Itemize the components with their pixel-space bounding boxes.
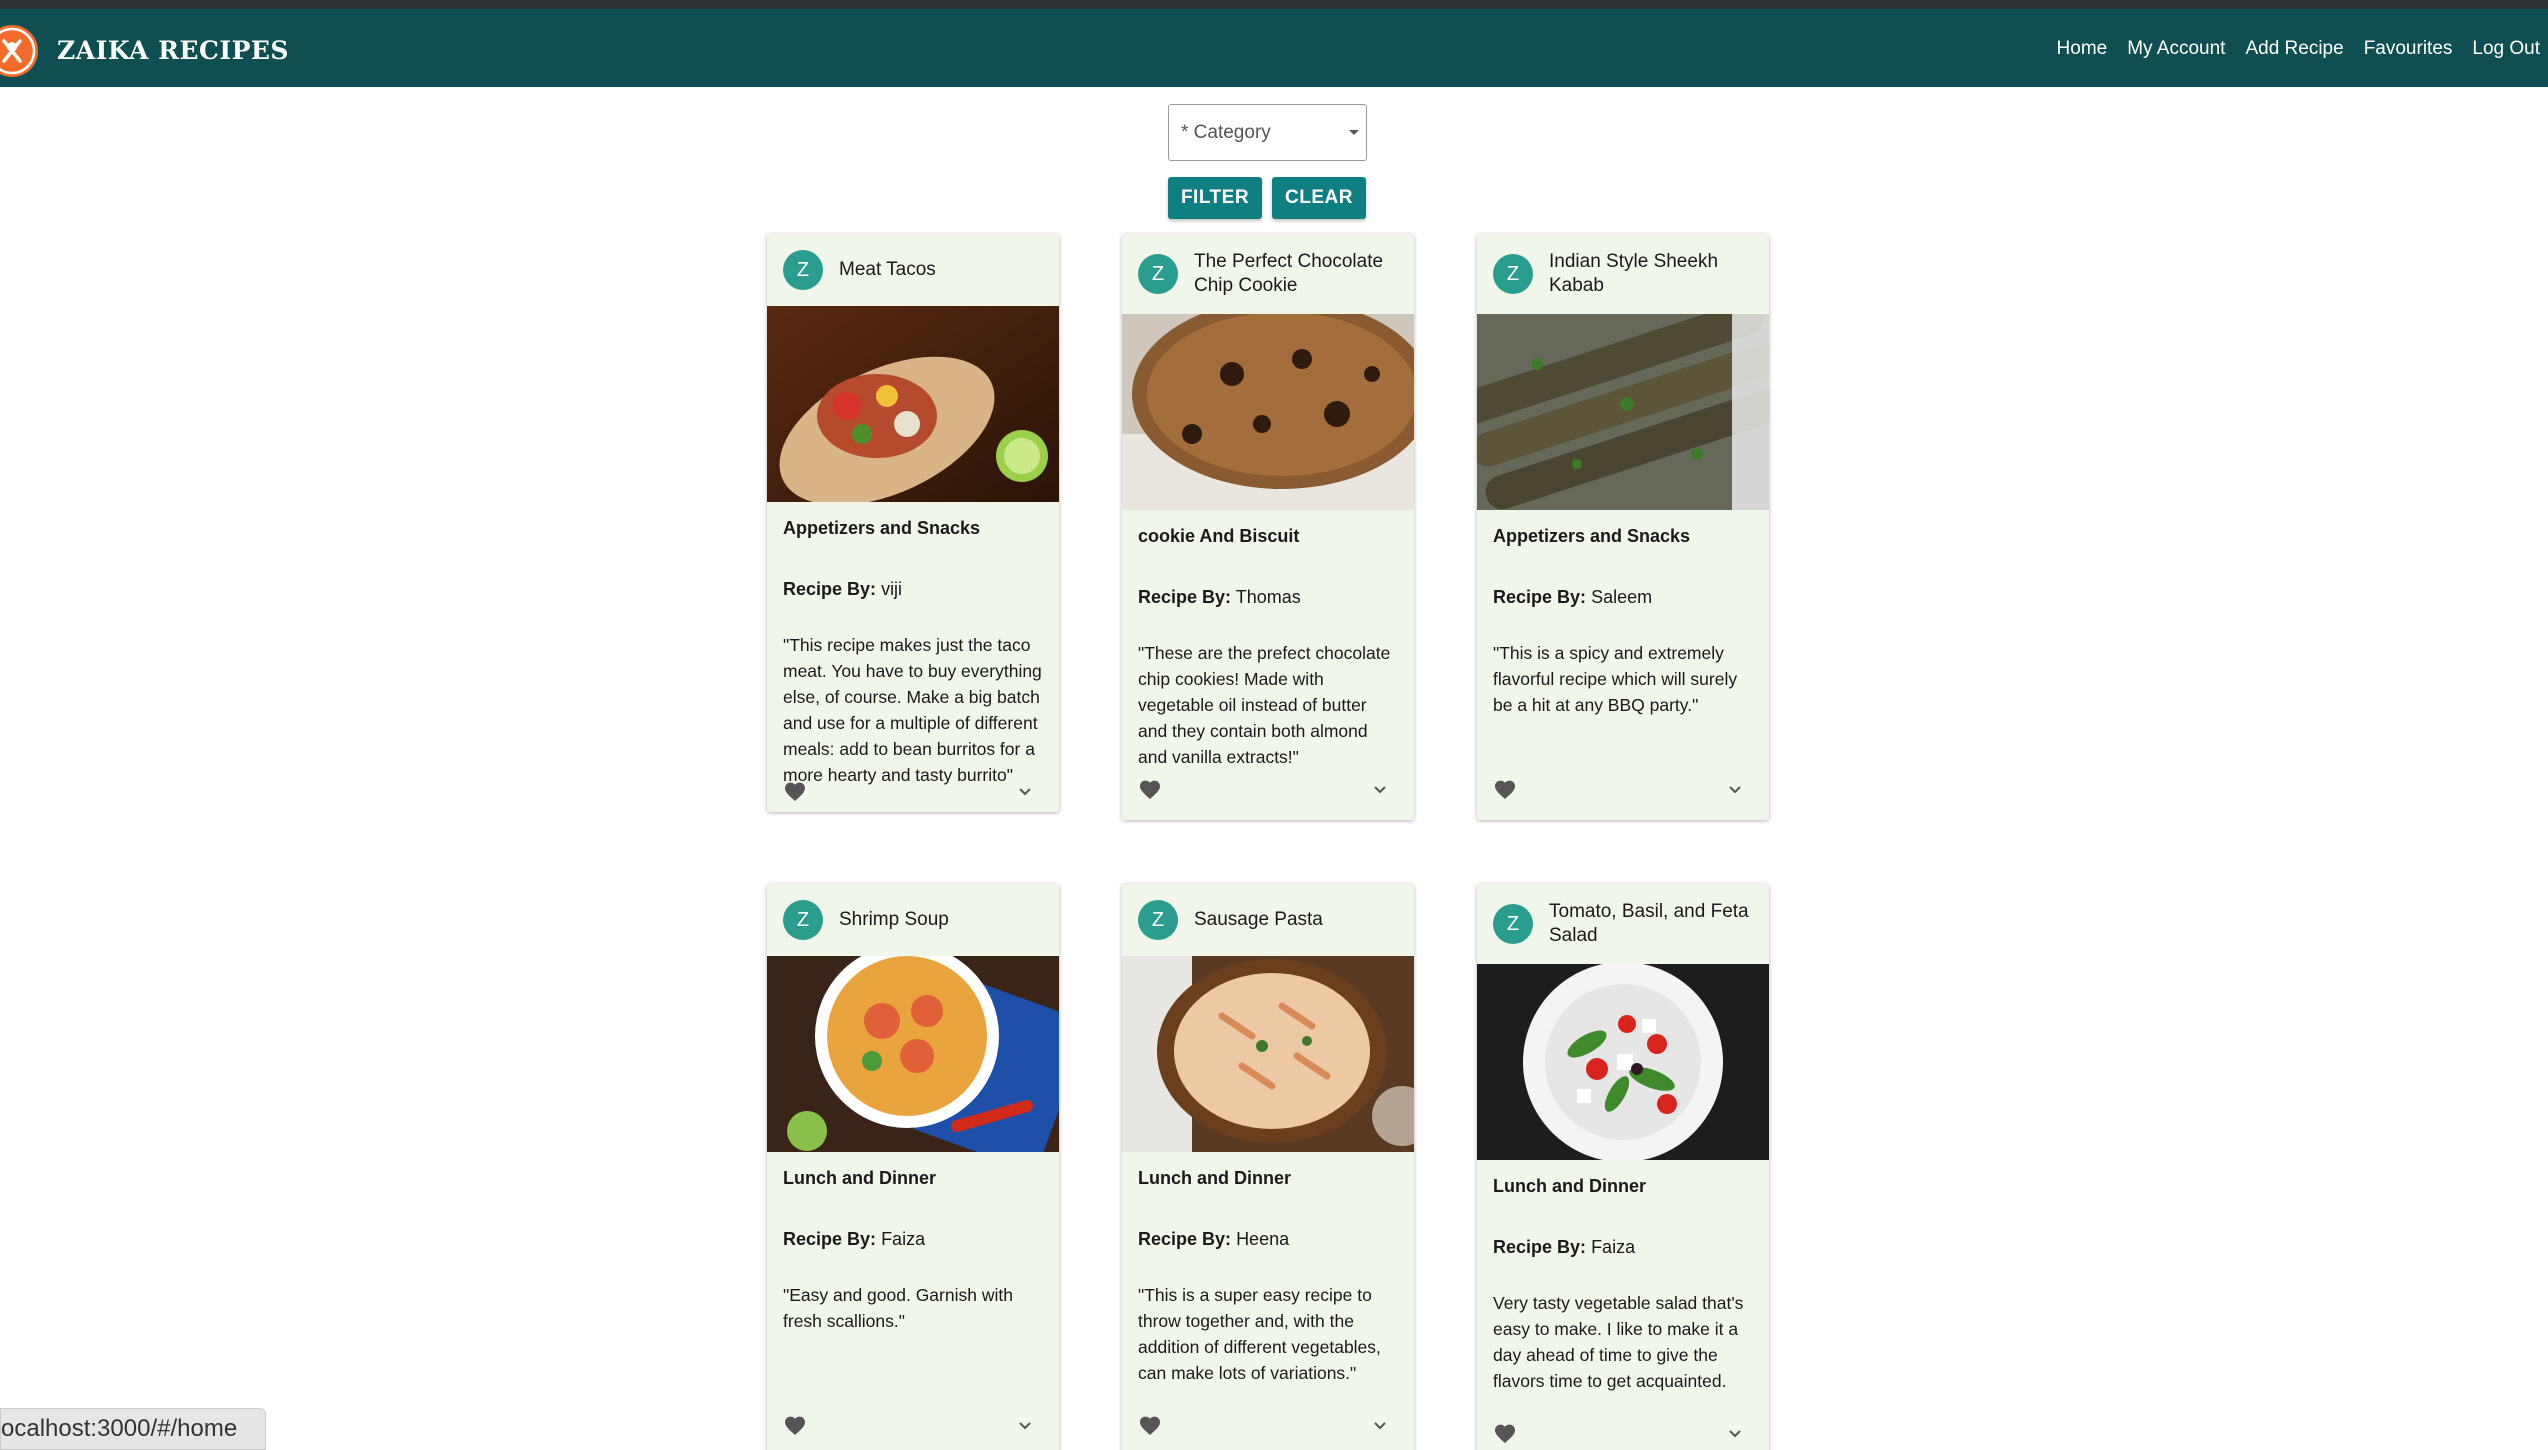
card-author: Thomas: [1235, 587, 1301, 607]
recipe-image-sausage-pasta: [1122, 956, 1414, 1152]
chevron-down-icon[interactable]: [1015, 1416, 1035, 1436]
card-header: Z Indian Style Sheekh Kabab: [1477, 234, 1769, 314]
card-category: cookie And Biscuit: [1138, 526, 1300, 546]
card-description: Very tasty vegetable salad that's easy t…: [1493, 1293, 1744, 1391]
nav-links: Home My Account Add Recipe Favourites Lo…: [2057, 34, 2540, 64]
nav-home[interactable]: Home: [2057, 34, 2108, 64]
card-title: Shrimp Soup: [839, 909, 949, 930]
card-title: Sausage Pasta: [1194, 909, 1323, 930]
card-description: "This is a super easy recipe to throw to…: [1138, 1285, 1381, 1383]
card-title: Indian Style Sheekh Kabab: [1549, 251, 1719, 296]
recipe-card[interactable]: Z Meat Tacos Appetizers and Snacks Recip…: [767, 234, 1059, 812]
card-author: Heena: [1236, 1229, 1290, 1249]
card-actions: [1122, 1406, 1414, 1446]
card-actions: [1477, 770, 1769, 810]
nav-favourites[interactable]: Favourites: [2364, 34, 2453, 64]
heart-icon[interactable]: [783, 780, 807, 804]
category-select-placeholder: * Category: [1181, 122, 1271, 143]
chevron-down-icon[interactable]: [1725, 1424, 1745, 1444]
brand-title[interactable]: ZAIKA RECIPES: [57, 36, 289, 65]
card-description: "Easy and good. Garnish with fresh scall…: [783, 1285, 1013, 1331]
card-actions: [1477, 1414, 1769, 1450]
card-header: Z Shrimp Soup: [767, 884, 1059, 956]
avatar: Z: [783, 250, 823, 290]
card-category: Appetizers and Snacks: [1493, 526, 1691, 546]
card-title: Meat Tacos: [839, 259, 936, 280]
card-header: Z Sausage Pasta: [1122, 884, 1414, 956]
status-bar-url: ocalhost:3000/#/home: [0, 1408, 266, 1450]
nav-my-account[interactable]: My Account: [2127, 34, 2225, 64]
recipe-image-cookie: [1122, 314, 1414, 510]
recipe-card[interactable]: Z Tomato, Basil, and Feta Salad Lunch an…: [1477, 884, 1769, 1450]
avatar: Z: [1138, 900, 1178, 940]
card-header: Z Tomato, Basil, and Feta Salad: [1477, 884, 1769, 964]
recipe-card[interactable]: Z Indian Style Sheekh Kabab Appetizers a…: [1477, 234, 1769, 820]
card-author-line: Recipe By: Faiza: [783, 1229, 1043, 1250]
recipe-image-tacos: [767, 306, 1059, 502]
heart-icon[interactable]: [1493, 1422, 1517, 1446]
card-category: Lunch and Dinner: [1493, 1176, 1646, 1196]
card-category: Lunch and Dinner: [1138, 1168, 1291, 1188]
filter-button[interactable]: FILTER: [1168, 177, 1262, 219]
card-actions: [767, 772, 1059, 812]
card-category: Lunch and Dinner: [783, 1168, 936, 1188]
nav-log-out[interactable]: Log Out: [2472, 34, 2540, 64]
chevron-down-icon[interactable]: [1015, 782, 1035, 802]
avatar: Z: [1138, 254, 1178, 294]
card-title: Tomato, Basil, and Feta Salad: [1549, 901, 1749, 946]
card-header: Z The Perfect Chocolate Chip Cookie: [1122, 234, 1414, 314]
card-author-line: Recipe By: Saleem: [1493, 587, 1753, 608]
recipe-by-label: Recipe By:: [1138, 587, 1232, 607]
recipe-image-salad: [1477, 964, 1769, 1160]
recipe-by-label: Recipe By:: [1493, 587, 1587, 607]
window-top-strip: [0, 0, 2548, 9]
card-header: Z Meat Tacos: [767, 234, 1059, 306]
card-description: "This is a spicy and extremely flavorful…: [1493, 643, 1738, 715]
card-title: The Perfect Chocolate Chip Cookie: [1194, 251, 1384, 296]
chevron-down-icon[interactable]: [1370, 780, 1390, 800]
recipe-card[interactable]: Z The Perfect Chocolate Chip Cookie cook…: [1122, 234, 1414, 820]
avatar: Z: [1493, 254, 1533, 294]
card-author: Faiza: [881, 1229, 926, 1249]
caret-down-icon: [1349, 130, 1359, 135]
clear-button[interactable]: CLEAR: [1272, 177, 1366, 219]
recipe-by-label: Recipe By:: [1138, 1229, 1232, 1249]
card-author: Faiza: [1591, 1237, 1636, 1257]
card-category: Appetizers and Snacks: [783, 518, 981, 538]
recipe-by-label: Recipe By:: [783, 579, 877, 599]
card-description: "This recipe makes just the taco meat. Y…: [783, 635, 1042, 785]
avatar: Z: [783, 900, 823, 940]
navbar: ZAIKA RECIPES Home My Account Add Recipe…: [0, 9, 2548, 87]
card-actions: [767, 1406, 1059, 1446]
category-select[interactable]: * Category: [1168, 104, 1367, 161]
card-author: viji: [881, 579, 903, 599]
heart-icon[interactable]: [783, 1414, 807, 1438]
recipe-by-label: Recipe By:: [783, 1229, 877, 1249]
card-author-line: Recipe By: Heena: [1138, 1229, 1398, 1250]
card-author: Saleem: [1591, 587, 1653, 607]
card-author-line: Recipe By: Thomas: [1138, 587, 1398, 608]
recipe-card[interactable]: Z Sausage Pasta Lunch and Dinner Recipe …: [1122, 884, 1414, 1450]
chevron-down-icon[interactable]: [1370, 1416, 1390, 1436]
recipe-image-kabab: [1477, 314, 1769, 510]
heart-icon[interactable]: [1138, 1414, 1162, 1438]
card-description: "These are the prefect chocolate chip co…: [1138, 643, 1391, 767]
card-author-line: Recipe By: viji: [783, 579, 1043, 600]
nav-add-recipe[interactable]: Add Recipe: [2245, 34, 2343, 64]
recipe-image-shrimp-soup: [767, 956, 1059, 1152]
card-author-line: Recipe By: Faiza: [1493, 1237, 1753, 1258]
chef-utensils-icon[interactable]: [0, 25, 38, 77]
recipe-card[interactable]: Z Shrimp Soup Lunch and Dinner Recipe By…: [767, 884, 1059, 1450]
recipe-by-label: Recipe By:: [1493, 1237, 1587, 1257]
heart-icon[interactable]: [1493, 778, 1517, 802]
avatar: Z: [1493, 904, 1533, 944]
chevron-down-icon[interactable]: [1725, 780, 1745, 800]
card-actions: [1122, 770, 1414, 810]
heart-icon[interactable]: [1138, 778, 1162, 802]
